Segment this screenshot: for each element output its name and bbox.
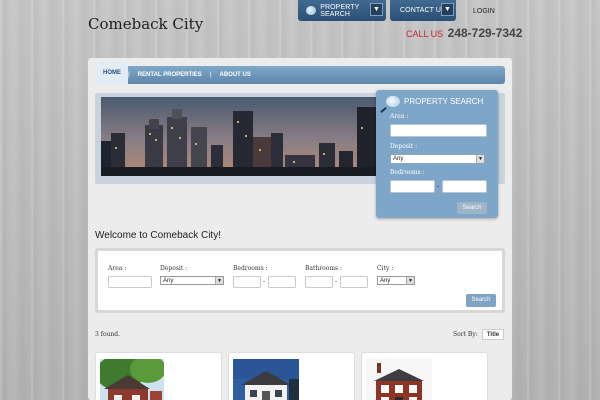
chevron-down-icon: ▼ — [406, 277, 414, 284]
area-label: Area : — [108, 265, 127, 272]
site-title[interactable]: Comeback City — [88, 15, 203, 33]
listing-card[interactable] — [95, 352, 222, 400]
sidebar-deposit-label: Deposit : — [390, 143, 418, 150]
listing-photo[interactable] — [366, 359, 432, 400]
nav-item-rental-properties[interactable]: RENTAL PROPERTIES — [130, 72, 210, 78]
contact-us-tab[interactable]: CONTACT US ▼ — [390, 0, 456, 21]
sidebar-area-input[interactable] — [390, 124, 487, 137]
deposit-value: Any — [163, 278, 174, 284]
sort-label: Sort By: — [453, 331, 478, 338]
range-separator: - — [335, 278, 338, 285]
sort-title-button[interactable]: Title — [482, 329, 504, 340]
globe-icon — [306, 6, 317, 15]
chevron-down-icon: ▼ — [476, 155, 484, 163]
call-us-label: CALL US — [406, 29, 444, 39]
bedrooms-label: Bedrooms : — [233, 265, 268, 272]
listing-card[interactable] — [228, 352, 355, 400]
sidebar-search-title-text: PROPERTY SEARCH — [404, 97, 484, 106]
sidebar-search-title: PROPERTY SEARCH — [386, 96, 483, 107]
property-search-tab[interactable]: PROPERTY SEARCH ▼ — [298, 0, 386, 21]
sidebar-area-label: Area : — [390, 113, 409, 120]
city-skyline-banner — [101, 97, 377, 176]
sidebar-search-button[interactable]: Search — [457, 202, 487, 214]
main-nav: HOME | RENTAL PROPERTIES | ABOUT US — [96, 62, 505, 84]
deposit-label: Deposit : — [160, 265, 188, 272]
phone-number[interactable]: 248-729-7342 — [448, 26, 523, 40]
search-filters-box — [95, 248, 505, 313]
page-title: Welcome to Comeback City! — [95, 230, 221, 241]
bedrooms-max-input[interactable] — [268, 276, 296, 288]
sidebar-deposit-value: Any — [393, 156, 404, 162]
listing-card[interactable] — [361, 352, 488, 400]
listing-photo[interactable] — [233, 359, 299, 400]
city-select[interactable]: Any ▼ — [377, 276, 415, 285]
bathrooms-max-input[interactable] — [340, 276, 368, 288]
sidebar-bedrooms-min-input[interactable] — [390, 180, 435, 193]
chevron-down-icon[interactable]: ▼ — [441, 3, 454, 16]
city-label: City : — [377, 265, 394, 272]
nav-item-about-us[interactable]: ABOUT US — [212, 72, 259, 78]
chevron-down-icon[interactable]: ▼ — [370, 3, 383, 16]
sidebar-bedrooms-label: Bedrooms : — [390, 169, 425, 176]
sidebar-bedrooms-max-input[interactable] — [442, 180, 487, 193]
nav-item-home[interactable]: HOME — [96, 62, 128, 84]
chevron-down-icon: ▼ — [215, 277, 223, 284]
range-separator: - — [263, 278, 266, 285]
contact-us-tab-label: CONTACT US — [400, 7, 446, 14]
range-separator: - — [437, 183, 440, 190]
search-button[interactable]: Search — [466, 294, 496, 307]
deposit-select[interactable]: Any ▼ — [160, 276, 224, 285]
area-input[interactable] — [108, 276, 152, 288]
city-value: Any — [380, 278, 391, 284]
login-link[interactable]: LOGIN — [473, 8, 495, 15]
globe-icon — [386, 96, 400, 107]
call-us: CALL US 248-729-7342 — [406, 24, 522, 42]
bedrooms-min-input[interactable] — [233, 276, 261, 288]
results-count: 3 found. — [95, 331, 121, 338]
sidebar-deposit-select[interactable]: Any ▼ — [390, 154, 485, 164]
bathrooms-min-input[interactable] — [305, 276, 333, 288]
listing-photo[interactable] — [100, 359, 164, 400]
bathrooms-label: Bathrooms : — [305, 265, 343, 272]
